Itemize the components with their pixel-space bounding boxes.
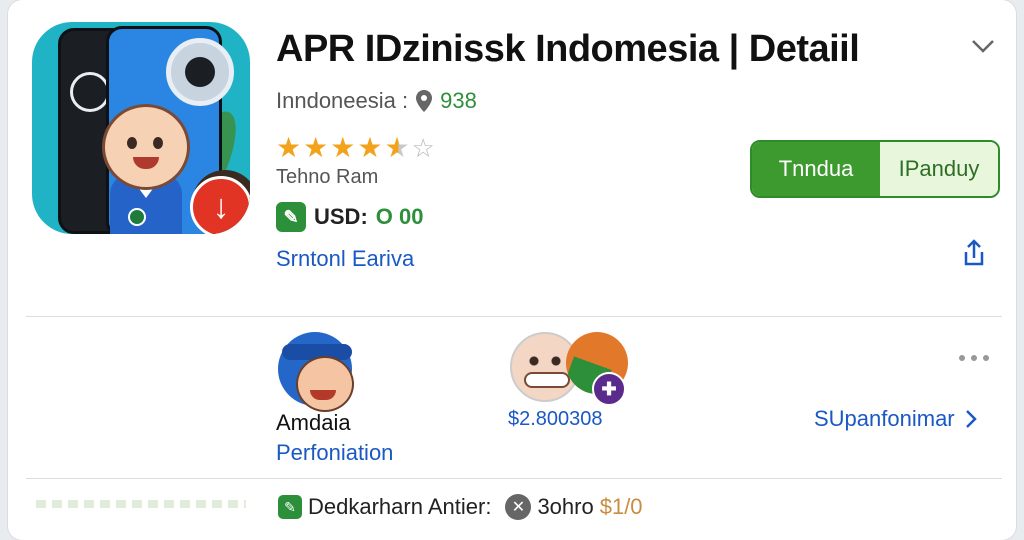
user-name: Amdaia	[276, 410, 351, 435]
price-tag-icon: ✎	[276, 202, 306, 232]
avatar-group[interactable]: ✚	[510, 332, 630, 406]
avatar-face	[296, 356, 354, 412]
star-half-icon: ★	[384, 132, 410, 163]
bottom-price: $1/0	[599, 494, 643, 519]
tag-icon: ✎	[278, 495, 302, 519]
price-label: USD:	[314, 204, 368, 229]
price-row: ✎ USD: O 00	[276, 202, 423, 232]
action-button-group: Tnndua IPanduy	[750, 140, 1000, 198]
app-author: Tehno Ram	[276, 166, 379, 188]
rating-stars: ★ ★ ★ ★ ★ ☆	[276, 132, 435, 163]
app-detail-card: ↓ APR IDzinissk Indomesia | Detaiil Innd…	[8, 0, 1016, 540]
star-icon: ★	[357, 132, 383, 163]
amount-value: $2.800308	[508, 408, 603, 430]
divider	[26, 316, 1002, 317]
mascot-face	[102, 104, 190, 190]
user-role-link[interactable]: Perfoniation	[276, 440, 393, 466]
star-empty-icon: ☆	[411, 133, 435, 163]
install-button[interactable]: Tnndua	[752, 142, 880, 196]
developer-link[interactable]: Srntonl Eariva	[276, 246, 414, 272]
star-icon: ★	[276, 132, 302, 163]
avatar-teeth	[524, 372, 570, 388]
avatar-eyes	[526, 356, 564, 366]
see-all-link[interactable]: SUpanfonimar	[814, 406, 977, 432]
close-icon[interactable]: ✕	[505, 494, 532, 520]
region-label: Inndoneesia :	[276, 88, 409, 113]
mascot-eye	[153, 137, 163, 149]
price-value: O 00	[375, 204, 424, 229]
bottom-item: 3ohro	[537, 494, 594, 519]
region-count: 938	[440, 88, 477, 113]
camera-graphic	[166, 38, 234, 106]
preview-button[interactable]: IPanduy	[880, 142, 998, 196]
mascot-eye	[127, 137, 137, 149]
mascot-button	[128, 208, 146, 226]
download-arrow-icon: ↓	[190, 176, 250, 234]
divider	[26, 478, 1002, 479]
location-pin-icon	[416, 90, 433, 112]
share-icon[interactable]	[956, 236, 992, 272]
mascot-mouth	[133, 157, 159, 169]
bottom-info-row: ✎ Dedkarharn Antier: ✕ 3ohro $1/0	[278, 494, 643, 520]
app-title: APR IDzinissk Indomesia | Detaiil	[276, 28, 860, 70]
avatar[interactable]	[278, 332, 358, 412]
app-subtitle: Inndoneesia : 938	[276, 88, 477, 114]
app-icon[interactable]: ↓	[32, 22, 250, 234]
chevron-down-icon[interactable]	[970, 36, 996, 56]
puzzle-icon: ✚	[592, 372, 626, 406]
chevron-right-icon	[965, 410, 977, 428]
faded-row-text	[36, 500, 246, 508]
star-icon: ★	[330, 132, 356, 163]
see-all-label: SUpanfonimar	[814, 406, 955, 431]
bottom-label: Dedkarharn Antier:	[308, 494, 492, 519]
star-icon: ★	[303, 132, 329, 163]
more-dots-icon[interactable]	[956, 350, 992, 366]
ring-graphic	[70, 72, 110, 112]
